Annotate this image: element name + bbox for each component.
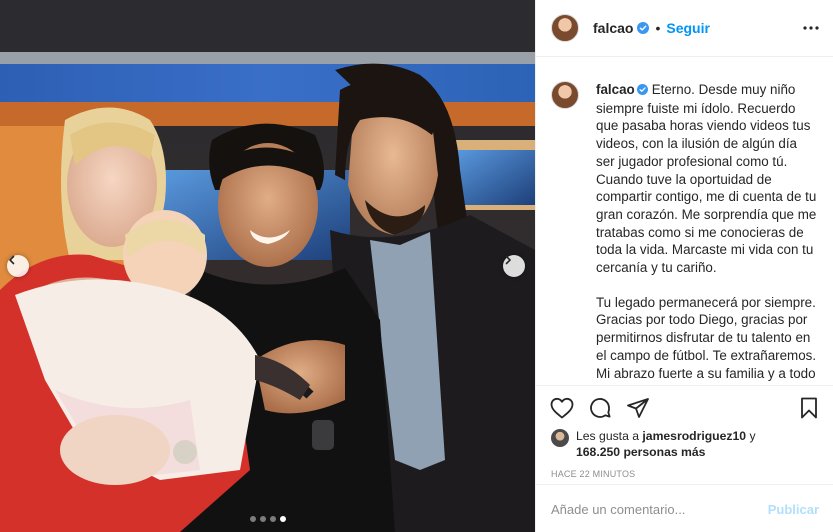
header-username[interactable]: falcao <box>593 20 633 36</box>
caption-verified-badge-icon <box>636 82 648 100</box>
comment-icon[interactable] <box>588 396 612 420</box>
bookmark-icon[interactable] <box>799 397 819 419</box>
comment-composer: Publicar <box>536 484 833 532</box>
action-icons-row <box>536 386 833 430</box>
post-actions-section: Les gusta a jamesrodriguez10 y 168.250 p… <box>536 385 833 532</box>
carousel-dot <box>250 516 256 522</box>
follow-button[interactable]: Seguir <box>666 20 710 36</box>
post-side-panel: falcao • Seguir falcao Eterno. Desde muy … <box>535 0 833 532</box>
carousel-dot-active <box>280 516 286 522</box>
likes-connector: y <box>749 429 756 443</box>
more-options-icon[interactable] <box>803 26 819 30</box>
likes-summary: Les gusta a jamesrodriguez10 y 168.250 p… <box>536 428 833 460</box>
caption-text: falcao Eterno. Desde muy niño siempre fui… <box>596 81 819 385</box>
caption-comment: falcao Eterno. Desde muy niño siempre fui… <box>551 81 819 385</box>
avatar[interactable] <box>551 81 579 109</box>
caption-paragraph-1: Eterno. Desde muy niño siempre fuiste mi… <box>596 82 817 276</box>
carousel-dot <box>260 516 266 522</box>
publish-button[interactable]: Publicar <box>768 502 819 517</box>
header-separator: • <box>655 20 661 36</box>
carousel-next-button[interactable] <box>503 255 525 277</box>
verified-badge-icon <box>637 22 650 34</box>
likes-count-button[interactable]: 168.250 personas más <box>576 445 705 459</box>
caption-username[interactable]: falcao <box>596 82 635 97</box>
avatar[interactable] <box>551 14 579 42</box>
comment-input[interactable] <box>551 501 768 517</box>
share-icon[interactable] <box>626 397 650 419</box>
caption-scroll-area[interactable]: falcao Eterno. Desde muy niño siempre fui… <box>536 57 833 385</box>
likes-prefix: Les gusta a <box>576 429 640 443</box>
post-photo[interactable] <box>0 0 535 532</box>
avatar[interactable] <box>551 429 569 447</box>
likes-text: Les gusta a jamesrodriguez10 y 168.250 p… <box>576 428 756 460</box>
post-image <box>0 0 535 532</box>
post-timestamp[interactable]: HACE 22 MINUTOS <box>536 469 833 479</box>
carousel-indicator <box>250 516 286 522</box>
caption-paragraph-2: Tu legado permanecerá por siempre. Graci… <box>596 294 817 385</box>
heart-icon[interactable] <box>550 397 574 419</box>
caption-paragraph: falcao Eterno. Desde muy niño siempre fui… <box>596 81 819 277</box>
carousel-prev-button[interactable] <box>7 255 29 277</box>
liker-username[interactable]: jamesrodriguez10 <box>642 429 746 443</box>
carousel-dot <box>270 516 276 522</box>
instagram-post-modal: falcao • Seguir falcao Eterno. Desde muy … <box>0 0 833 532</box>
post-header: falcao • Seguir <box>536 0 833 57</box>
